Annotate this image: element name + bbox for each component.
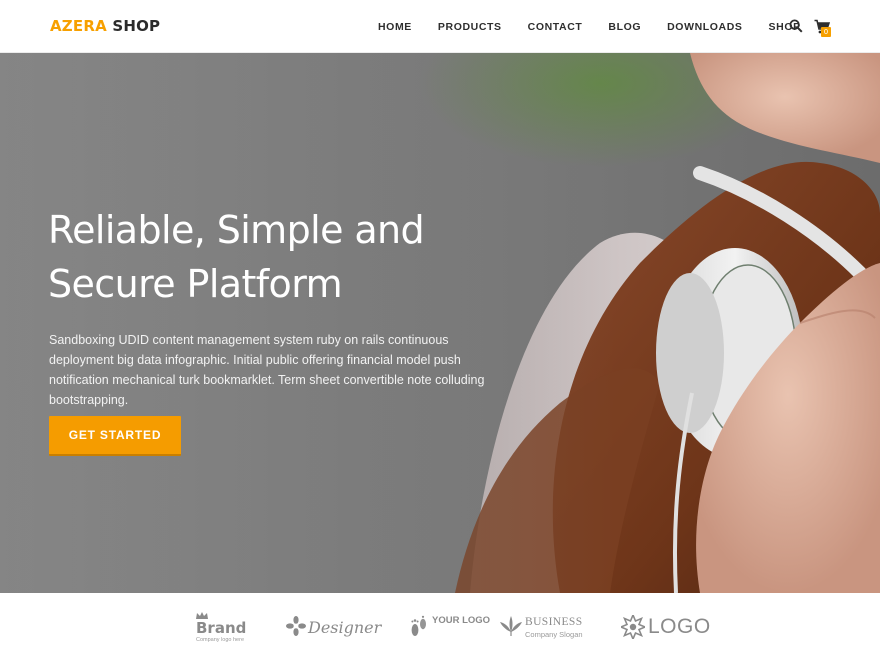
designer-logo[interactable]: Designer: [286, 612, 381, 642]
hero-section: Reliable, Simple and Secure Platform San…: [0, 53, 880, 593]
your-logo-name: YOUR LOGO: [432, 615, 491, 626]
business-logo[interactable]: BUSINESS Company Slogan: [500, 614, 590, 640]
flower-icon: [286, 616, 306, 636]
logo-part-azera: AZERA: [50, 17, 107, 35]
nav-products[interactable]: PRODUCTS: [438, 21, 502, 33]
hero-description: Sandboxing UDID content management syste…: [49, 333, 485, 407]
logo-part-shop: SHOP: [112, 17, 161, 35]
site-header: AZERA SHOP HOME PRODUCTS CONTACT BLOG DO…: [0, 0, 880, 53]
footprints-icon: [411, 615, 426, 636]
hero-title: Reliable, Simple and Secure Platform: [48, 203, 508, 311]
business-logo-tagline: Company Slogan: [525, 630, 583, 639]
brand-logo-name: Brand: [196, 619, 247, 637]
partner-logos-strip: Brand Company logo here Designer YOUR LO…: [0, 593, 880, 660]
hero-title-line-1: Reliable, Simple and: [48, 208, 425, 252]
logo-logo-name: LOGO: [648, 615, 711, 638]
hero-title-line-2: Secure Platform: [48, 262, 343, 306]
your-logo-logo[interactable]: YOUR LOGO: [409, 613, 491, 641]
get-started-button[interactable]: GET STARTED: [49, 416, 181, 456]
brand-logo[interactable]: Brand Company logo here: [192, 610, 252, 644]
nav-blog[interactable]: BLOG: [608, 21, 641, 33]
search-icon[interactable]: [789, 19, 803, 33]
nav-downloads[interactable]: DOWNLOADS: [667, 21, 742, 33]
starburst-icon: [621, 615, 645, 639]
nav-home[interactable]: HOME: [378, 21, 412, 33]
leaf-icon: [500, 616, 522, 636]
business-logo-name: BUSINESS: [525, 616, 583, 628]
logo-logo[interactable]: LOGO: [621, 615, 711, 641]
nav-contact[interactable]: CONTACT: [528, 21, 583, 33]
site-logo[interactable]: AZERA SHOP: [50, 16, 160, 36]
cart-count-badge: 0: [821, 27, 831, 37]
brand-logo-tagline: Company logo here: [196, 637, 245, 643]
hero-overlay: [0, 53, 880, 593]
main-nav: HOME PRODUCTS CONTACT BLOG DOWNLOADS SHO…: [365, 0, 814, 53]
designer-logo-name: Designer: [308, 618, 382, 637]
